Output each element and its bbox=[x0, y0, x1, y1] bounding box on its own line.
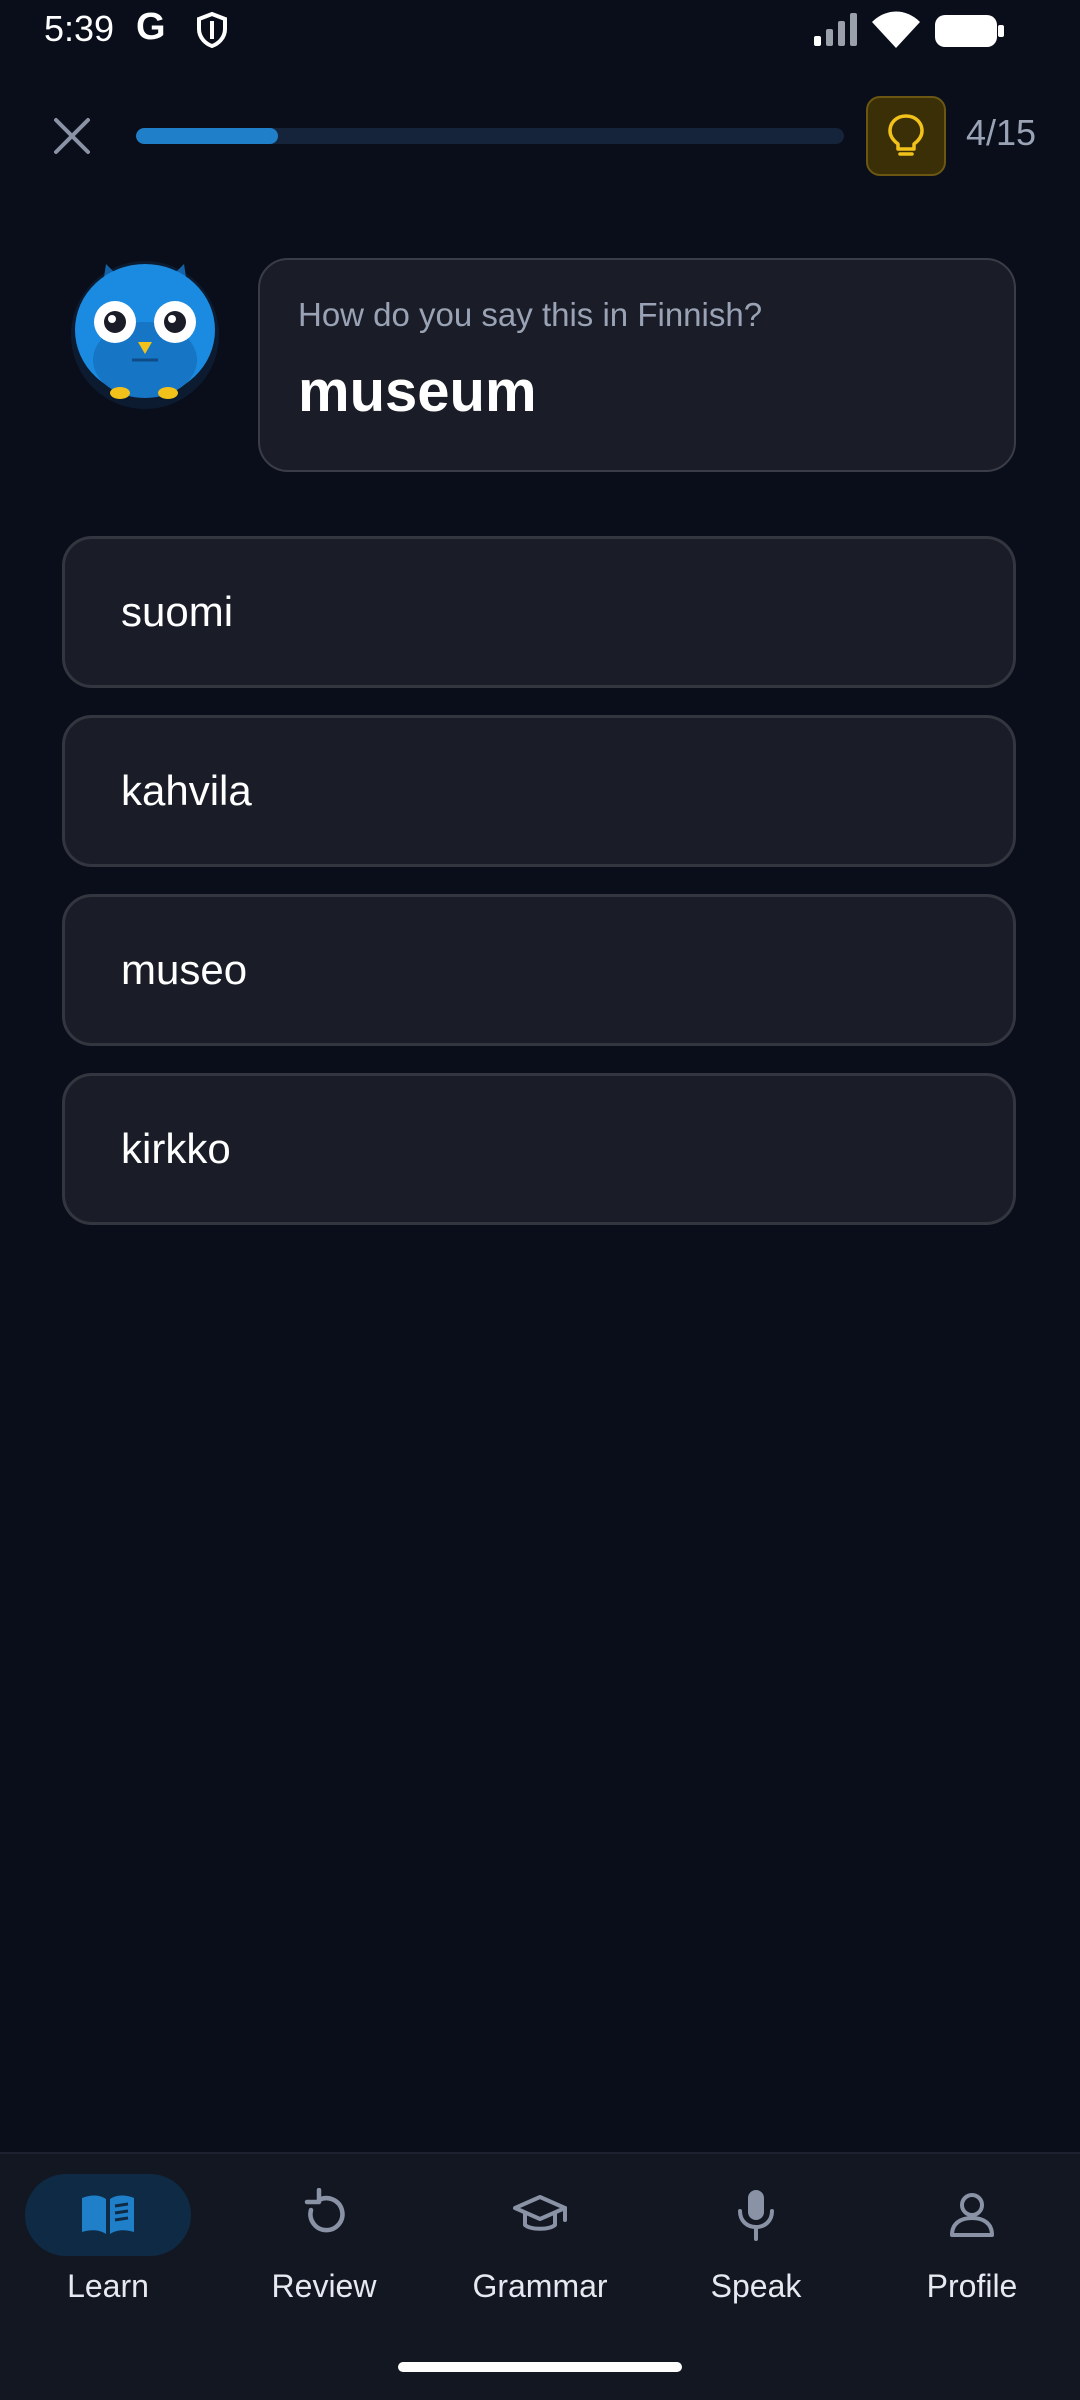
status-time: 5:39 bbox=[44, 8, 115, 49]
microphone-icon bbox=[738, 2190, 774, 2241]
progress-bar bbox=[136, 128, 844, 144]
close-button[interactable] bbox=[44, 108, 100, 164]
prompt-question: How do you say this in Finnish? bbox=[298, 296, 763, 333]
prompt-card: How do you say this in Finnish? museum bbox=[258, 258, 1016, 472]
google-icon: G bbox=[136, 6, 166, 48]
answer-option[interactable]: suomi bbox=[62, 536, 1016, 688]
nav-learn-pill bbox=[25, 2174, 191, 2256]
nav-item-grammar[interactable]: Grammar bbox=[432, 2174, 648, 2334]
question-counter: 4/15 bbox=[966, 112, 1037, 153]
answer-option[interactable]: kahvila bbox=[62, 715, 1016, 867]
battery-icon bbox=[934, 14, 1006, 52]
home-indicator bbox=[398, 2362, 682, 2372]
nav-grammar-icon-wrap bbox=[457, 2174, 623, 2256]
wifi-icon bbox=[870, 10, 922, 54]
owl-mascot bbox=[70, 250, 220, 410]
nav-item-review[interactable]: Review bbox=[216, 2174, 432, 2334]
answer-option[interactable]: museo bbox=[62, 894, 1016, 1046]
book-icon bbox=[82, 2195, 134, 2234]
nav-item-profile[interactable]: Profile bbox=[864, 2174, 1080, 2334]
prompt-word: museum bbox=[298, 359, 537, 424]
nav-label: Grammar bbox=[472, 2268, 608, 2304]
status-bar: 5:39 G bbox=[0, 0, 1080, 60]
hint-button[interactable] bbox=[866, 96, 946, 176]
nav-profile-icon-wrap bbox=[889, 2174, 1055, 2256]
nav-label: Review bbox=[271, 2268, 377, 2304]
nav-speak-icon-wrap bbox=[673, 2174, 839, 2256]
close-icon bbox=[54, 118, 90, 154]
nav-label: Speak bbox=[710, 2268, 802, 2304]
signal-icon bbox=[812, 12, 860, 52]
refresh-icon bbox=[304, 2188, 345, 2233]
nav-label: Profile bbox=[926, 2268, 1018, 2304]
progress-fill bbox=[136, 128, 278, 144]
lightbulb-icon bbox=[888, 114, 924, 156]
answer-option[interactable]: kirkko bbox=[62, 1073, 1016, 1225]
nav-review-icon-wrap bbox=[241, 2174, 407, 2256]
person-icon bbox=[950, 2193, 994, 2237]
nav-label: Learn bbox=[67, 2268, 149, 2304]
graduation-cap-icon bbox=[513, 2195, 567, 2231]
nav-item-learn[interactable]: Learn bbox=[0, 2174, 216, 2334]
shield-icon bbox=[196, 11, 228, 52]
nav-item-speak[interactable]: Speak bbox=[648, 2174, 864, 2334]
